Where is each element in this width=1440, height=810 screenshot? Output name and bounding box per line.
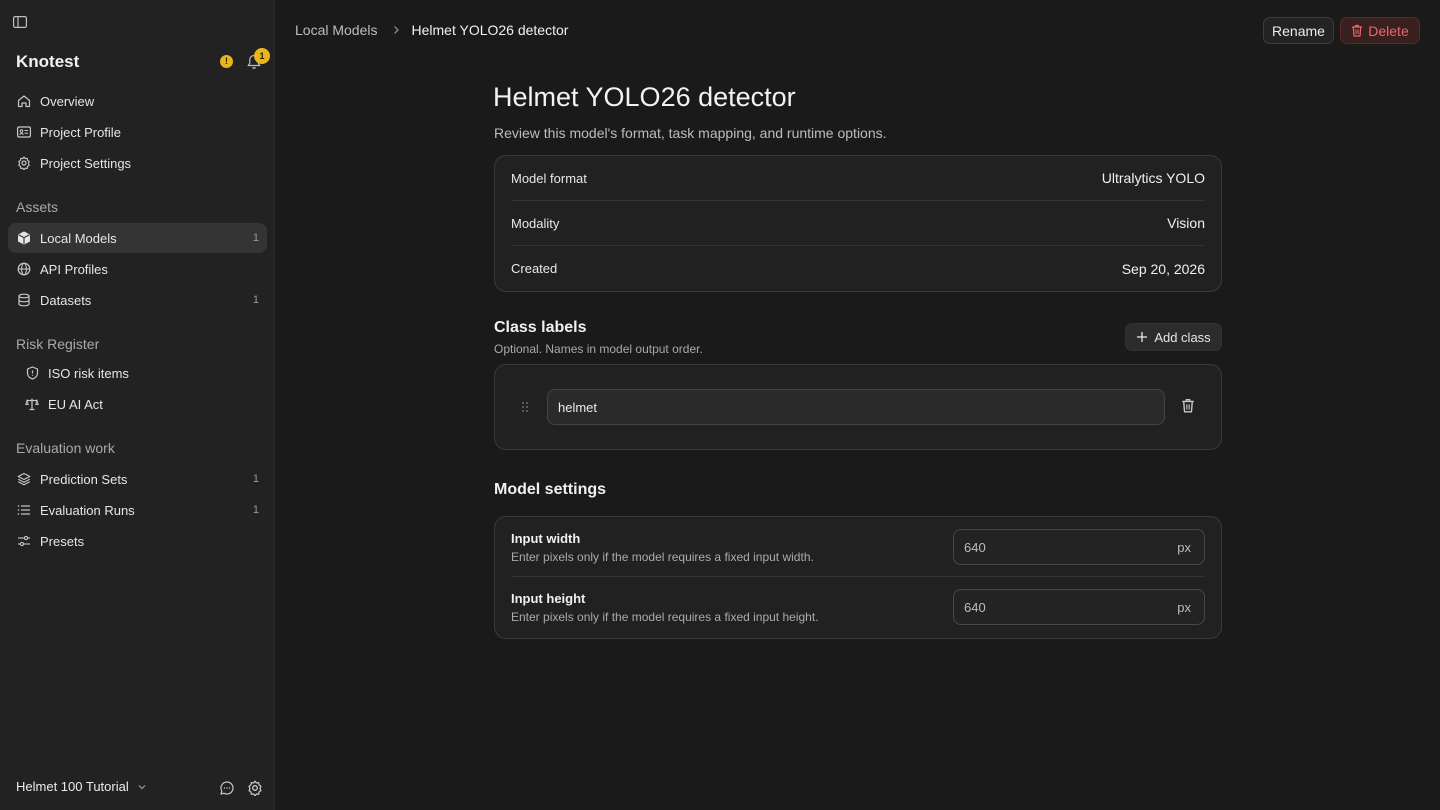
sidebar-item-iso-risk-items[interactable]: ISO risk items <box>8 358 267 388</box>
info-row-created: Created Sep 20, 2026 <box>511 246 1205 291</box>
input-height-field[interactable]: 640 px <box>953 589 1205 625</box>
brand-row: Knotest ! 1 <box>16 48 270 72</box>
setting-description: Enter pixels only if the model requires … <box>511 550 814 564</box>
sidebar-item-api-profiles[interactable]: API Profiles <box>8 254 267 284</box>
item-count: 1 <box>252 473 259 485</box>
sidebar-item-datasets[interactable]: Datasets 1 <box>8 285 267 315</box>
info-label: Created <box>511 261 558 276</box>
info-value: Sep 20, 2026 <box>1121 260 1205 277</box>
field-value: 640 <box>964 600 986 615</box>
trash-icon <box>1351 24 1363 37</box>
gear-icon <box>16 155 32 171</box>
sidebar-item-evaluation-runs[interactable]: Evaluation Runs 1 <box>8 495 267 525</box>
sidebar-item-label: Project Profile <box>40 124 121 140</box>
model-settings-card: Input width Enter pixels only if the mod… <box>494 516 1222 639</box>
brand-name: Knotest <box>16 52 80 71</box>
rename-button[interactable]: Rename <box>1263 17 1334 44</box>
chevron-right-icon <box>391 25 401 35</box>
scale-icon <box>24 396 40 412</box>
info-label: Modality <box>511 215 560 231</box>
sidebar: Knotest ! 1 Overview Project Profile Pro… <box>0 0 275 810</box>
sidebar-item-label: Evaluation Runs <box>40 502 135 518</box>
page-title: Helmet YOLO26 detector <box>493 82 796 112</box>
sidebar-item-label: ISO risk items <box>48 365 129 381</box>
home-icon <box>16 93 32 109</box>
model-info-card: Model format Ultralytics YOLO Modality V… <box>494 155 1222 292</box>
sidebar-item-label: Local Models <box>40 230 117 246</box>
setting-description: Enter pixels only if the model requires … <box>511 610 819 624</box>
sliders-icon <box>16 533 32 549</box>
page-subtitle: Review this model's format, task mapping… <box>494 125 887 141</box>
workspace-switcher[interactable]: Helmet 100 Tutorial <box>16 779 147 794</box>
item-count: 1 <box>252 504 259 516</box>
sidebar-item-local-models[interactable]: Local Models 1 <box>8 223 267 253</box>
section-label-assets: Assets <box>16 199 59 215</box>
field-unit: px <box>1177 540 1191 555</box>
breadcrumb-parent-link[interactable]: Local Models <box>295 22 378 38</box>
sidebar-item-label: Overview <box>40 93 95 109</box>
layers-icon <box>16 471 32 487</box>
shield-icon <box>24 365 40 381</box>
database-icon <box>16 292 32 308</box>
input-width-field[interactable]: 640 px <box>953 529 1205 565</box>
sidebar-item-project-profile[interactable]: Project Profile <box>8 117 267 147</box>
workspace-name: Helmet 100 Tutorial <box>16 779 129 794</box>
sidebar-item-prediction-sets[interactable]: Prediction Sets 1 <box>8 464 267 494</box>
setting-row-input-height: Input height Enter pixels only if the mo… <box>511 578 1205 638</box>
cube-icon <box>16 230 32 246</box>
section-label-evaluation-work: Evaluation work <box>16 440 115 456</box>
info-row-model-format: Model format Ultralytics YOLO <box>511 156 1205 201</box>
item-count: 1 <box>252 294 259 306</box>
sidebar-item-label: Project Settings <box>40 155 132 171</box>
model-settings-title: Model settings <box>494 481 607 498</box>
chat-icon[interactable] <box>219 780 235 796</box>
sidebar-item-label: Prediction Sets <box>40 471 128 487</box>
sidebar-item-overview[interactable]: Overview <box>8 86 267 116</box>
field-value: 640 <box>964 540 986 555</box>
plus-icon <box>1136 331 1148 343</box>
info-value: Ultralytics YOLO <box>1101 170 1205 186</box>
breadcrumb: Local Models Helmet YOLO26 detector <box>295 22 568 38</box>
info-row-modality: Modality Vision <box>511 201 1205 246</box>
add-class-button[interactable]: Add class <box>1125 323 1222 351</box>
item-count: 1 <box>252 232 259 244</box>
id-card-icon <box>16 124 32 140</box>
info-label: Model format <box>511 170 587 186</box>
field-unit: px <box>1177 600 1191 615</box>
breadcrumb-current: Helmet YOLO26 detector <box>411 22 569 38</box>
setting-row-input-width: Input width Enter pixels only if the mod… <box>511 517 1205 577</box>
sidebar-item-label: EU AI Act <box>48 396 103 412</box>
sidebar-item-eu-ai-act[interactable]: EU AI Act <box>8 389 267 419</box>
setting-title: Input width <box>511 531 581 546</box>
class-labels-title: Class labels <box>494 319 587 336</box>
delete-button[interactable]: Delete <box>1340 17 1420 44</box>
notification-badge: 1 <box>254 48 270 64</box>
drag-handle-icon[interactable] <box>520 400 530 414</box>
class-label-input[interactable] <box>547 389 1165 425</box>
globe-icon <box>16 261 32 277</box>
delete-class-icon[interactable] <box>1181 398 1197 414</box>
sidebar-toggle-icon[interactable] <box>13 16 27 28</box>
sidebar-item-label: API Profiles <box>40 261 108 277</box>
info-value: Vision <box>1167 215 1205 231</box>
section-label-risk-register: Risk Register <box>16 336 100 352</box>
sidebar-item-label: Datasets <box>40 292 92 308</box>
class-labels-card <box>494 364 1222 450</box>
chevron-down-icon <box>137 782 147 792</box>
sidebar-item-label: Presets <box>40 533 85 549</box>
sidebar-item-presets[interactable]: Presets <box>8 526 267 556</box>
class-labels-subtitle: Optional. Names in model output order. <box>494 342 703 356</box>
settings-gear-icon[interactable] <box>247 780 263 796</box>
delete-label: Delete <box>1368 22 1409 39</box>
setting-title: Input height <box>511 591 586 606</box>
list-icon <box>16 502 32 518</box>
warning-icon[interactable]: ! <box>220 55 233 68</box>
add-class-label: Add class <box>1154 329 1211 345</box>
sidebar-item-project-settings[interactable]: Project Settings <box>8 148 267 178</box>
